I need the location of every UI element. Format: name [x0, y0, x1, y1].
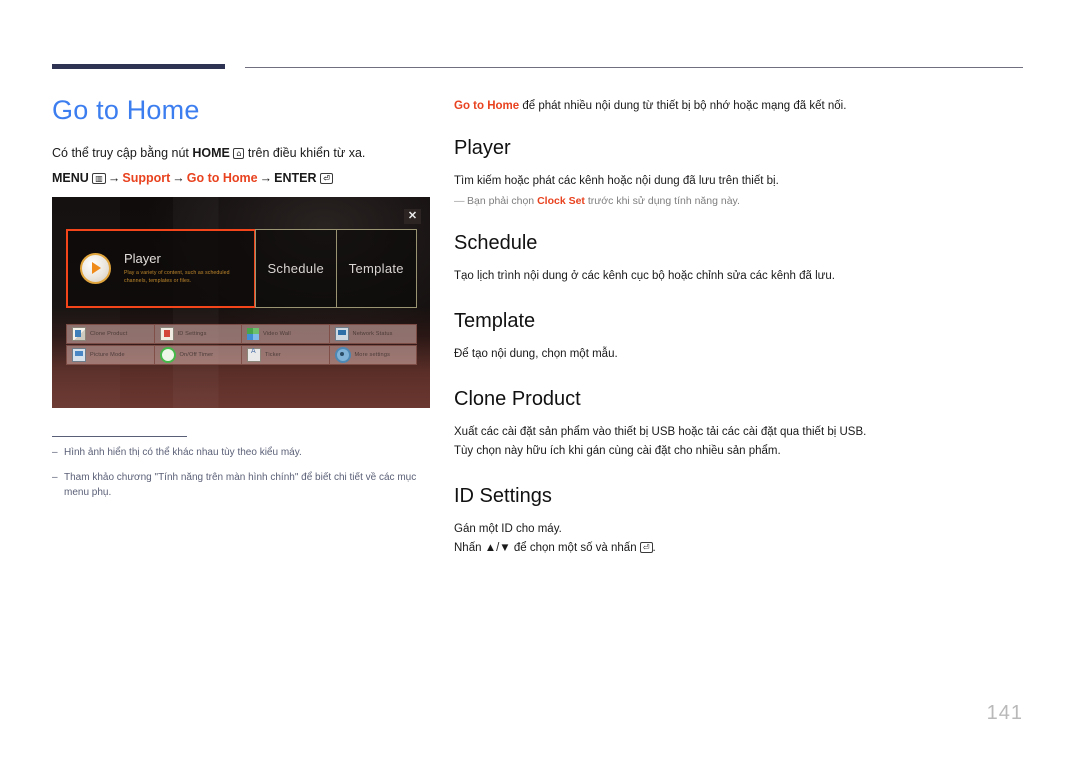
- intro-rest: để phát nhiều nội dung từ thiết bị bộ nh…: [519, 100, 847, 112]
- menu-item-label: On/Off Timer: [179, 352, 214, 358]
- body2-suffix: .: [652, 541, 656, 554]
- note-highlight-clock-set: Clock Set: [537, 195, 585, 208]
- menu-item-label: Picture Mode: [90, 352, 125, 358]
- menu-label: MENU: [52, 171, 89, 186]
- access-suffix: trên điều khiển từ xa.: [244, 145, 366, 160]
- footnote-divider: [52, 436, 187, 437]
- menu-item-picture-mode[interactable]: Picture Mode: [66, 345, 155, 365]
- section-template: Template Để tạo nội dung, chọn một mẫu.: [454, 310, 1024, 364]
- menu-item-label: Video Wall: [263, 331, 291, 337]
- menu-item-video-wall[interactable]: Video Wall: [241, 324, 330, 344]
- tile-schedule[interactable]: Schedule: [255, 229, 337, 308]
- footnote-text: Tham khảo chương "Tính năng trên màn hìn…: [64, 471, 417, 499]
- page-title: Go to Home: [52, 95, 200, 125]
- menu-arrow-3: →: [259, 171, 273, 186]
- menu-step-go-to-home: Go to Home: [186, 171, 258, 186]
- header-rule-thick: [52, 64, 225, 69]
- more-settings-icon: [334, 347, 351, 363]
- player-tile-title: Player: [124, 250, 161, 266]
- play-circle-icon: [80, 253, 111, 284]
- footnote-text: Hình ảnh hiển thị có thể khác nhau tùy t…: [64, 447, 302, 458]
- network-status-icon: [334, 327, 349, 341]
- menu-grid-row-1: Clone Product ID Settings Video Wall Net…: [66, 324, 417, 344]
- section-clone-product: Clone Product Xuất các cài đặt sản phẩm …: [454, 388, 1024, 461]
- tile-schedule-label: Schedule: [267, 261, 325, 276]
- footnote-list: ‒ Hình ảnh hiển thị có thể khác nhau tùy…: [52, 445, 422, 510]
- note-suffix: trước khi sử dụng tính năng này.: [584, 195, 740, 208]
- menu-item-label: ID Settings: [177, 331, 207, 337]
- section-title: ID Settings: [454, 484, 552, 507]
- intro-paragraph: Go to Home để phát nhiều nội dung từ thi…: [454, 98, 1024, 115]
- home-glyph-icon: ⌂: [233, 147, 245, 159]
- access-prefix: Có thể truy cập bằng nút: [52, 145, 193, 160]
- section-body: Xuất các cài đặt sản phẩm vào thiết bị U…: [454, 425, 867, 438]
- ticker-icon: [247, 348, 261, 362]
- section-body: Tìm kiếm hoặc phát các kênh hoặc nội dun…: [454, 175, 779, 188]
- tile-player[interactable]: Player Play a variety of content, such a…: [66, 229, 256, 308]
- main-tile-row: Player Play a variety of content, such a…: [66, 229, 417, 308]
- menu-item-more-settings[interactable]: More settings: [328, 345, 417, 365]
- home-button-label: HOME: [192, 145, 230, 160]
- section-title: Player: [454, 137, 511, 160]
- access-instruction: Có thể truy cập bằng nút HOME ⌂ trên điề…: [52, 144, 442, 163]
- intro-link-go-to-home: Go to Home: [454, 100, 520, 112]
- left-column: Go to Home Có thể truy cập bằng nút HOME…: [52, 95, 442, 188]
- footnote-dash: ‒: [52, 471, 58, 483]
- body2-prefix: Nhấn: [454, 541, 485, 554]
- note-dash: —: [454, 195, 465, 208]
- home-screen-screenshot: ✕ Player Play a variety of content, such…: [52, 197, 430, 408]
- section-note: — Bạn phải chọn Clock Set trước khi sử d…: [454, 193, 1024, 210]
- enter-glyph-icon: ⏎: [639, 541, 653, 553]
- note-prefix: Bạn phải chọn: [467, 195, 538, 208]
- close-icon[interactable]: ✕: [404, 209, 421, 224]
- video-wall-icon: [247, 328, 259, 340]
- menu-step-support: Support: [122, 171, 171, 186]
- menu-path: MENU ▥ → Support → Go to Home → ENTER ⏎: [52, 169, 442, 188]
- menu-item-label: Clone Product: [90, 331, 128, 337]
- section-body-2: Tùy chọn này hữu ích khi gán cùng cài đặ…: [454, 444, 781, 457]
- player-tile-description: Play a variety of content, such as sched…: [124, 270, 230, 285]
- section-title: Schedule: [454, 232, 538, 255]
- footnote-item: ‒ Hình ảnh hiển thị có thể khác nhau tùy…: [52, 445, 422, 461]
- section-title: Clone Product: [454, 387, 581, 410]
- section-body: Để tạo nội dung, chọn một mẫu.: [454, 347, 618, 360]
- section-title: Template: [454, 309, 536, 332]
- menu-glyph-icon: ▥: [92, 173, 106, 185]
- tile-template-label: Template: [348, 261, 404, 276]
- menu-item-label: Ticker: [265, 352, 281, 358]
- menu-item-id-settings[interactable]: ID Settings: [153, 324, 242, 344]
- page-number: 141: [986, 702, 1023, 724]
- enter-label: ENTER: [274, 171, 317, 186]
- footnote-item: ‒ Tham khảo chương "Tính năng trên màn h…: [52, 470, 422, 501]
- menu-arrow-1: →: [107, 171, 121, 186]
- tile-template[interactable]: Template: [335, 229, 417, 308]
- body2-mid: để chọn một số và nhấn: [510, 541, 640, 554]
- menu-item-clone-product[interactable]: Clone Product: [66, 324, 155, 344]
- arrow-keys-glyph: ▲/▼: [484, 541, 511, 554]
- on-off-timer-icon: [159, 347, 176, 363]
- header-rule-thin: [245, 67, 1023, 68]
- menu-item-network-status[interactable]: Network Status: [328, 324, 417, 344]
- section-schedule: Schedule Tạo lịch trình nội dung ở các k…: [454, 232, 1024, 286]
- id-settings-icon: [159, 327, 174, 341]
- menu-arrow-2: →: [172, 171, 185, 186]
- menu-grid-row-2: Picture Mode On/Off Timer Ticker More se…: [66, 345, 417, 365]
- section-player: Player Tìm kiếm hoặc phát các kênh hoặc …: [454, 137, 1024, 210]
- menu-item-label: Network Status: [352, 331, 393, 337]
- menu-item-on-off-timer[interactable]: On/Off Timer: [153, 345, 242, 365]
- clone-product-icon: [72, 327, 86, 341]
- right-column: Go to Home để phát nhiều nội dung từ thi…: [454, 98, 1024, 582]
- footnote-dash: ‒: [52, 447, 58, 458]
- picture-mode-icon: [72, 348, 86, 362]
- section-body: Tạo lịch trình nội dung ở các kênh cục b…: [454, 270, 835, 283]
- menu-item-label: More settings: [354, 352, 391, 358]
- enter-glyph-icon: ⏎: [319, 173, 333, 185]
- note-text: Bạn phải chọn Clock Set trước khi sử dụn…: [467, 193, 740, 210]
- menu-item-ticker[interactable]: Ticker: [241, 345, 330, 365]
- section-body: Gán một ID cho máy.: [454, 522, 562, 535]
- player-tile-text: Player Play a variety of content, such a…: [124, 250, 236, 285]
- section-id-settings: ID Settings Gán một ID cho máy. Nhấn ▲/▼…: [454, 485, 1024, 558]
- section-body-2: Nhấn ▲/▼ để chọn một số và nhấn ⏎.: [454, 539, 1024, 558]
